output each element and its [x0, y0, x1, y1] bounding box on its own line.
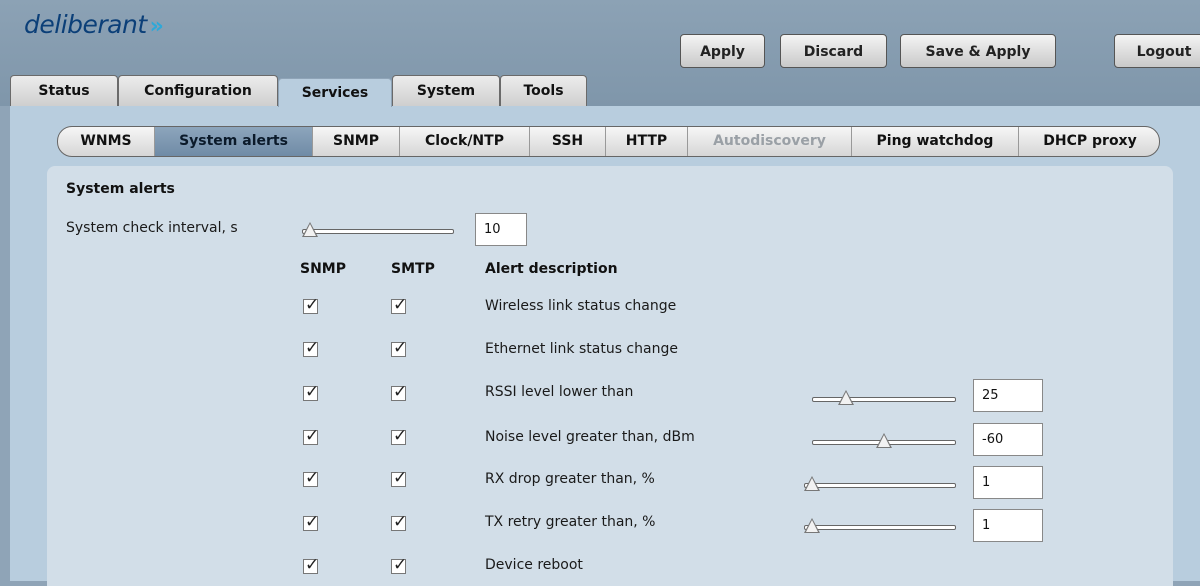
rssi-slider-thumb[interactable] — [837, 390, 854, 405]
tx-retry-slider[interactable] — [804, 518, 956, 534]
services-subnav: WNMS System alerts SNMP Clock/NTP SSH HT… — [57, 126, 1160, 157]
snmp-checkbox[interactable]: ✓ — [303, 555, 319, 575]
subtab-http[interactable]: HTTP — [606, 127, 688, 156]
alert-description: Wireless link status change — [485, 298, 677, 314]
subtab-autodiscovery: Autodiscovery — [688, 127, 852, 156]
smtp-checkbox[interactable]: ✓ — [391, 382, 407, 402]
smtp-checkbox[interactable]: ✓ — [391, 295, 407, 315]
subtab-ping-watchdog[interactable]: Ping watchdog — [852, 127, 1019, 156]
smtp-checkbox[interactable]: ✓ — [391, 512, 407, 532]
alert-description: RSSI level lower than — [485, 384, 634, 400]
interval-slider[interactable] — [302, 222, 454, 238]
tx-retry-input[interactable] — [973, 509, 1043, 542]
rssi-slider[interactable] — [812, 390, 956, 406]
apply-button[interactable]: Apply — [680, 34, 765, 68]
deliberant-logo: deliberant» — [24, 10, 164, 39]
alert-description: TX retry greater than, % — [485, 514, 656, 530]
interval-slider-thumb[interactable] — [302, 222, 318, 237]
subtab-clock-ntp[interactable]: Clock/NTP — [400, 127, 530, 156]
section-title: System alerts — [66, 181, 175, 197]
rx-drop-slider[interactable] — [804, 476, 956, 492]
alert-description: RX drop greater than, % — [485, 471, 655, 487]
noise-input[interactable] — [973, 423, 1043, 456]
rssi-input[interactable] — [973, 379, 1043, 412]
alert-description: Ethernet link status change — [485, 341, 678, 357]
tab-status[interactable]: Status — [10, 75, 118, 106]
tx-retry-slider-thumb[interactable] — [804, 518, 820, 533]
subtab-snmp[interactable]: SNMP — [313, 127, 400, 156]
subtab-ssh[interactable]: SSH — [530, 127, 606, 156]
snmp-checkbox[interactable]: ✓ — [303, 468, 319, 488]
alert-description: Device reboot — [485, 557, 583, 573]
tab-configuration[interactable]: Configuration — [118, 75, 278, 106]
save-apply-button[interactable]: Save & Apply — [900, 34, 1056, 68]
logo-arrows-icon: » — [149, 14, 164, 39]
tab-services[interactable]: Services — [278, 78, 392, 107]
snmp-column-header: SNMP — [300, 261, 346, 277]
subtab-system-alerts[interactable]: System alerts — [155, 127, 313, 156]
alert-description-header: Alert description — [485, 261, 618, 277]
tab-system[interactable]: System — [392, 75, 500, 106]
rx-drop-input[interactable] — [973, 466, 1043, 499]
logout-button[interactable]: Logout — [1114, 34, 1200, 68]
interval-label: System check interval, s — [66, 220, 238, 236]
smtp-column-header: SMTP — [391, 261, 435, 277]
discard-button[interactable]: Discard — [780, 34, 887, 68]
smtp-checkbox[interactable]: ✓ — [391, 426, 407, 446]
alert-description: Noise level greater than, dBm — [485, 429, 695, 445]
snmp-checkbox[interactable]: ✓ — [303, 338, 319, 358]
snmp-checkbox[interactable]: ✓ — [303, 295, 319, 315]
smtp-checkbox[interactable]: ✓ — [391, 555, 407, 575]
snmp-checkbox[interactable]: ✓ — [303, 426, 319, 446]
tab-tools[interactable]: Tools — [500, 75, 587, 106]
subtab-wnms[interactable]: WNMS — [58, 127, 155, 156]
subtab-dhcp-proxy[interactable]: DHCP proxy — [1019, 127, 1159, 156]
rx-drop-slider-thumb[interactable] — [804, 476, 820, 491]
smtp-checkbox[interactable]: ✓ — [391, 338, 407, 358]
smtp-checkbox[interactable]: ✓ — [391, 468, 407, 488]
snmp-checkbox[interactable]: ✓ — [303, 382, 319, 402]
noise-slider[interactable] — [812, 433, 956, 449]
snmp-checkbox[interactable]: ✓ — [303, 512, 319, 532]
noise-slider-thumb[interactable] — [876, 433, 892, 448]
interval-input[interactable] — [475, 213, 527, 246]
